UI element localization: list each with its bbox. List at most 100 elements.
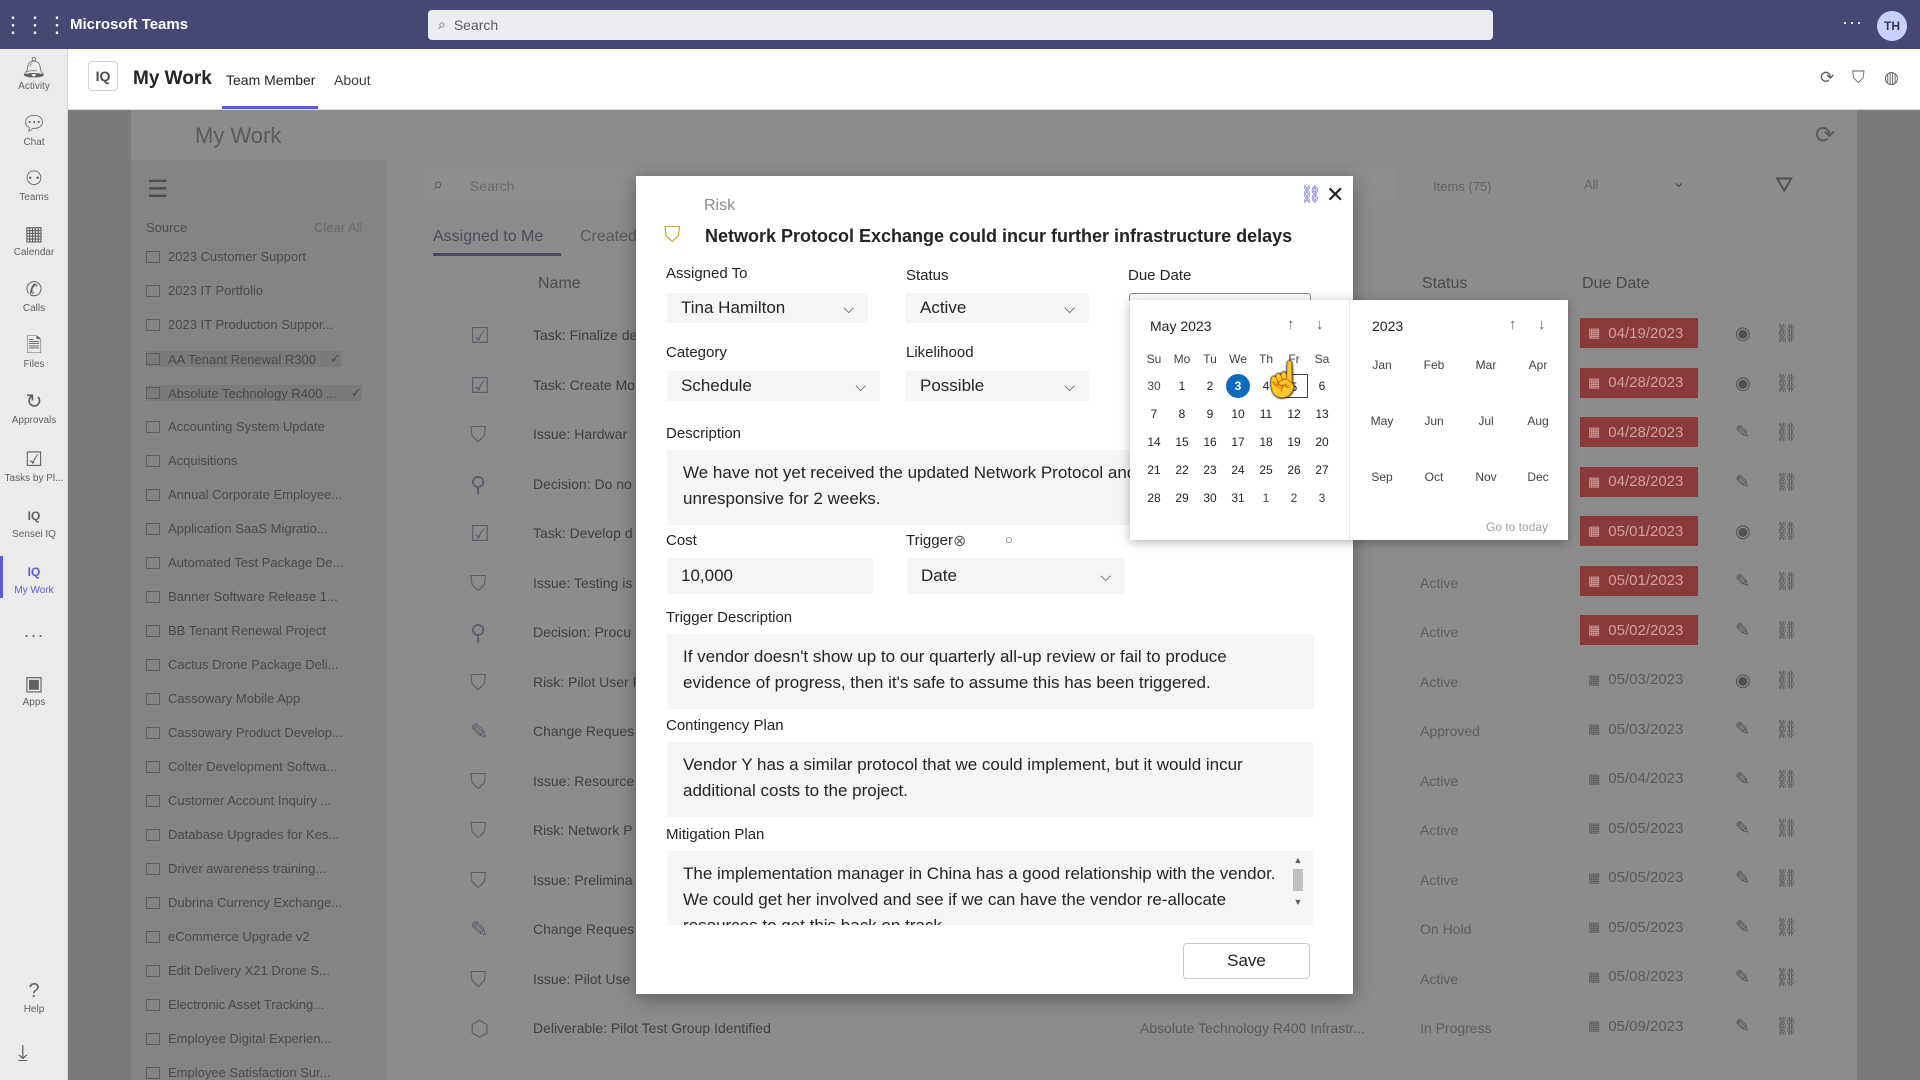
rail-item-calls[interactable]: ✆ Calls xyxy=(0,279,68,314)
shield-icon[interactable]: ⛉ xyxy=(1852,68,1865,88)
scroll-up-icon[interactable]: ▲ xyxy=(1292,855,1304,865)
item-due-date[interactable]: ▦ 04/19/2023 xyxy=(1580,318,1698,348)
view-icon[interactable]: ◉ xyxy=(1735,670,1751,691)
calendar-day[interactable]: 1 xyxy=(1252,486,1280,510)
source-list-item[interactable]: Application SaaS Migratio... xyxy=(146,521,328,536)
app-launcher-icon[interactable]: ⋮⋮⋮ xyxy=(0,12,70,38)
rail-item-help[interactable]: ? Help xyxy=(0,980,68,1015)
view-icon[interactable]: ◉ xyxy=(1735,521,1751,542)
mitigation-scrollbar[interactable]: ▲ ▼ xyxy=(1292,855,1304,919)
more-options-icon[interactable]: ··· xyxy=(1842,12,1863,33)
source-list-item[interactable]: 2023 Customer Support xyxy=(146,249,306,264)
link-icon[interactable]: ⛓ xyxy=(1775,472,1798,493)
link-icon[interactable]: ⛓ xyxy=(1775,719,1798,740)
calendar-month[interactable]: May xyxy=(1357,414,1407,428)
item-name[interactable]: Change Reques xyxy=(533,723,634,739)
source-list-item[interactable]: Accounting System Update xyxy=(146,419,325,434)
rail-item-my-work[interactable]: IQ My Work xyxy=(0,561,68,596)
link-icon[interactable]: ⛓ xyxy=(1775,422,1798,443)
link-icon[interactable]: ⛓ xyxy=(1775,769,1798,790)
item-name[interactable]: Deliverable: Pilot Test Group Identified xyxy=(533,1020,771,1036)
item-due-date[interactable]: ▦ 05/03/2023 xyxy=(1580,714,1698,744)
close-icon[interactable]: ✕ xyxy=(1326,182,1344,208)
item-name[interactable]: Issue: Prelimina xyxy=(533,872,633,888)
item-name[interactable]: Issue: Hardwar xyxy=(533,426,627,442)
calendar-day[interactable]: 20 xyxy=(1308,430,1336,454)
calendar-day[interactable]: 3 xyxy=(1308,486,1336,510)
global-search-input[interactable]: ⌕ Search xyxy=(428,9,1493,40)
month-year-title[interactable]: May 2023 xyxy=(1150,318,1211,334)
tab-team-member[interactable]: Team Member xyxy=(226,72,315,88)
source-list-item[interactable]: Automated Test Package De... xyxy=(146,555,343,570)
calendar-day[interactable]: 2 xyxy=(1280,486,1308,510)
source-list-item[interactable]: eCommerce Upgrade v2 xyxy=(146,929,310,944)
calendar-day[interactable]: 28 xyxy=(1140,486,1168,510)
previous-year-icon[interactable]: ↑ xyxy=(1509,316,1517,333)
mitigation-plan-field[interactable]: The implementation manager in China has … xyxy=(667,851,1313,925)
link-icon[interactable]: ⛓ xyxy=(1775,521,1798,542)
calendar-day[interactable]: 16 xyxy=(1196,430,1224,454)
source-list-item[interactable]: Employee Satisfaction Sur... xyxy=(146,1065,331,1080)
trigger-description-field[interactable]: If vendor doesn't show up to our quarter… xyxy=(667,634,1314,709)
calendar-day[interactable]: 22 xyxy=(1168,458,1196,482)
column-header-name[interactable]: Name xyxy=(538,275,581,293)
source-list-item[interactable]: Employee Digital Experien... xyxy=(146,1031,331,1046)
item-name[interactable]: Decision: Do no xyxy=(533,476,632,492)
clear-all-link[interactable]: Clear All xyxy=(314,220,362,235)
edit-icon[interactable]: ✎ xyxy=(1735,917,1750,938)
link-icon[interactable]: ⛓ xyxy=(1300,185,1322,205)
rail-item-sensei-iq[interactable]: IQ Sensei IQ xyxy=(0,505,68,540)
item-due-date[interactable]: ▦ 04/28/2023 xyxy=(1580,367,1698,398)
save-button[interactable]: Save xyxy=(1183,943,1310,979)
calendar-day[interactable]: 23 xyxy=(1196,458,1224,482)
source-list-item[interactable]: Database Upgrades for Kes... xyxy=(146,827,339,842)
link-icon[interactable]: ⛓ xyxy=(1775,323,1798,344)
item-name[interactable]: Task: Develop d xyxy=(533,525,633,541)
calendar-day[interactable]: 13 xyxy=(1308,402,1336,426)
edit-icon[interactable]: ✎ xyxy=(1735,818,1750,839)
calendar-day[interactable]: 7 xyxy=(1140,402,1168,426)
previous-month-icon[interactable]: ↑ xyxy=(1287,316,1295,333)
edit-icon[interactable]: ✎ xyxy=(1735,1016,1750,1037)
source-list-item[interactable]: Annual Corporate Employee... xyxy=(146,487,342,502)
menu-icon[interactable]: ☰ xyxy=(147,175,169,204)
rail-item-calendar[interactable]: ▦ Calendar xyxy=(0,223,68,258)
calendar-day[interactable]: 24 xyxy=(1224,458,1252,482)
item-due-date[interactable]: ▦ 05/01/2023 xyxy=(1580,565,1698,596)
edit-icon[interactable]: ✎ xyxy=(1735,422,1750,443)
source-list-item[interactable]: Customer Account Inquiry ... xyxy=(146,793,331,808)
rail-item-apps[interactable]: ▣ Apps xyxy=(0,673,68,708)
item-due-date[interactable]: ▦ 05/01/2023 xyxy=(1580,516,1698,546)
edit-icon[interactable]: ✎ xyxy=(1735,719,1750,740)
source-list-item[interactable]: AA Tenant Renewal R300 ✓ xyxy=(146,351,341,367)
filter-icon[interactable]: ⛛ xyxy=(1775,172,1793,198)
calendar-month[interactable]: Jan xyxy=(1357,358,1407,372)
edit-icon[interactable]: ✎ xyxy=(1735,620,1750,641)
item-name[interactable]: Issue: Resource xyxy=(533,773,634,789)
calendar-day[interactable]: 27 xyxy=(1308,458,1336,482)
calendar-day[interactable]: 21 xyxy=(1140,458,1168,482)
source-list-item[interactable]: Electronic Asset Tracking... xyxy=(146,997,324,1012)
calendar-month[interactable]: Nov xyxy=(1461,470,1511,484)
tab-assigned-to-me[interactable]: Assigned to Me xyxy=(433,228,543,246)
view-icon[interactable]: ◉ xyxy=(1735,373,1751,394)
download-icon[interactable]: ⤓ xyxy=(18,1040,28,1066)
calendar-day[interactable]: 8 xyxy=(1168,402,1196,426)
calendar-day[interactable]: 17 xyxy=(1224,430,1252,454)
calendar-month[interactable]: Aug xyxy=(1513,414,1563,428)
edit-icon[interactable]: ✎ xyxy=(1735,868,1750,889)
avatar[interactable]: TH xyxy=(1877,11,1907,41)
item-due-date[interactable]: ▦ 05/05/2023 xyxy=(1580,912,1698,942)
calendar-day[interactable]: 11 xyxy=(1252,402,1280,426)
item-due-date[interactable]: ▦ 05/02/2023 xyxy=(1580,615,1698,645)
calendar-month[interactable]: Jun xyxy=(1409,414,1459,428)
calendar-day[interactable]: 2 xyxy=(1196,374,1224,398)
calendar-day[interactable]: 29 xyxy=(1168,486,1196,510)
link-icon[interactable]: ⛓ xyxy=(1775,670,1798,691)
source-list-item[interactable]: Cactus Drone Package Deli... xyxy=(146,657,339,672)
calendar-month[interactable]: Mar xyxy=(1461,358,1511,372)
link-icon[interactable]: ⛓ xyxy=(1775,1016,1798,1037)
calendar-day[interactable]: 19 xyxy=(1280,430,1308,454)
source-list-item[interactable]: Dubrina Currency Exchange... xyxy=(146,895,342,910)
source-list-item[interactable]: Banner Software Release 1... xyxy=(146,589,338,604)
